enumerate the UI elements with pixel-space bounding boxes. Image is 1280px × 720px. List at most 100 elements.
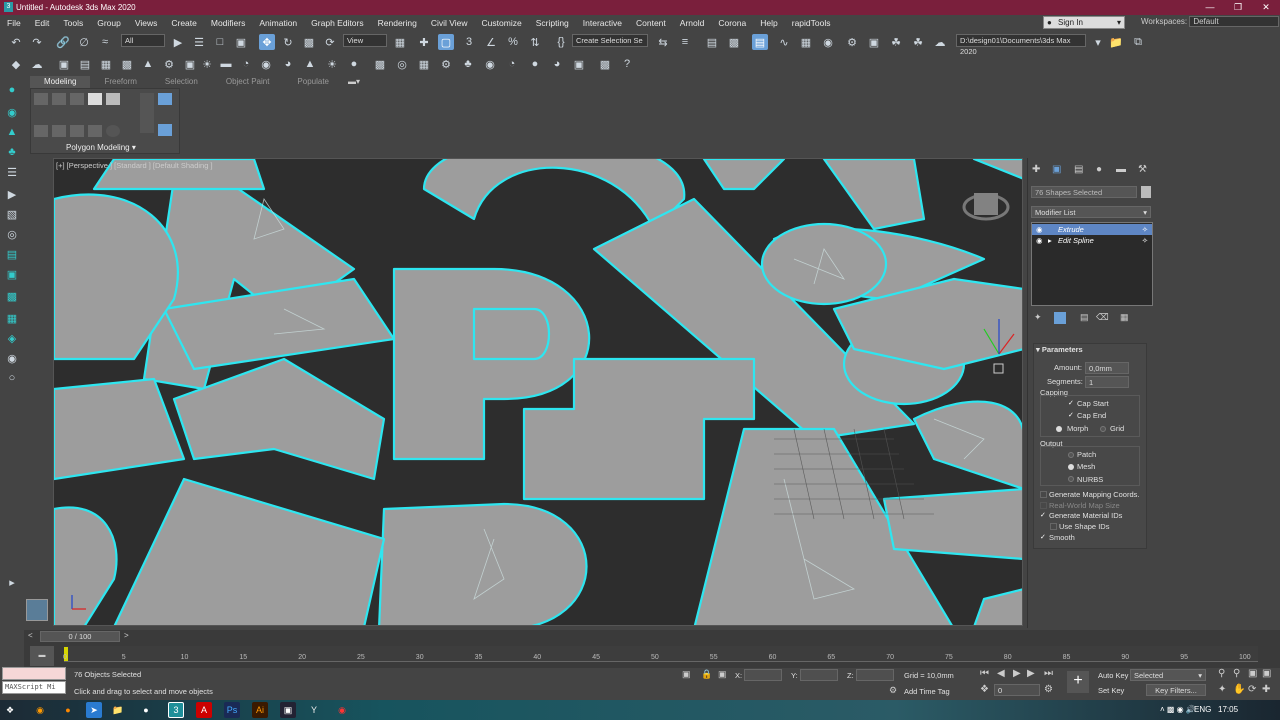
gen-mapping-checkbox[interactable] <box>1040 491 1047 498</box>
camera-tool-icon[interactable]: ▣ <box>4 266 20 282</box>
modifier-list-dropdown[interactable]: Modifier List ▾ <box>1031 206 1151 218</box>
select-move-icon[interactable]: ✥ <box>259 34 275 50</box>
go-to-start-icon[interactable]: ⏮ <box>980 668 989 679</box>
unlink-icon[interactable]: ∅ <box>76 34 92 50</box>
add-time-tag[interactable]: Add Time Tag <box>904 687 950 696</box>
polygon-icon[interactable] <box>88 93 102 105</box>
remove-modifier-icon[interactable]: ⌫ <box>1096 312 1109 323</box>
prev-key-icon[interactable]: ◀ <box>997 668 1005 679</box>
key-mode-icon[interactable]: ❖ <box>980 684 989 695</box>
project-folder-icon[interactable]: 📁 <box>1108 34 1124 50</box>
ribbon-toggle-b-icon[interactable] <box>158 124 172 136</box>
nurbs-radio[interactable] <box>1068 476 1074 482</box>
menu-item-customize[interactable]: Customize <box>475 18 529 28</box>
rect-selection-icon[interactable]: □ <box>212 34 228 50</box>
material-tool-icon[interactable]: ▦ <box>4 310 20 326</box>
morph-radio[interactable] <box>1056 426 1062 432</box>
time-config-icon[interactable]: ⚙ <box>1044 684 1053 695</box>
menu-item-group[interactable]: Group <box>90 18 128 28</box>
parameters-title[interactable]: ▾ Parameters <box>1036 345 1083 354</box>
x-coord-field[interactable] <box>744 669 782 681</box>
menu-item-help[interactable]: Help <box>753 18 784 28</box>
menu-item-rapidtools[interactable]: rapidTools <box>785 18 838 28</box>
orbit-nav-icon[interactable]: ⟳ <box>1248 684 1256 695</box>
link-icon[interactable]: 🔗 <box>55 34 71 50</box>
object-color-swatch[interactable] <box>1141 186 1151 198</box>
current-frame-field[interactable]: 0 <box>994 684 1040 696</box>
menu-item-rendering[interactable]: Rendering <box>371 18 424 28</box>
grid-icon[interactable]: ▩ <box>119 56 135 72</box>
menu-item-edit[interactable]: Edit <box>28 18 57 28</box>
mirror-icon[interactable]: ⇆ <box>655 34 671 50</box>
create-light-icon[interactable]: ● <box>4 82 20 98</box>
firefox-icon[interactable]: ● <box>60 702 76 718</box>
ribbon-options-icon[interactable]: ▬▾ <box>348 77 360 86</box>
pointer-icon[interactable]: ▶ <box>4 186 20 202</box>
cube-icon[interactable]: ▦ <box>416 56 432 72</box>
edge-icon[interactable] <box>52 93 66 105</box>
select-by-name-icon[interactable]: ☰ <box>191 34 207 50</box>
object-name-field[interactable]: 76 Shapes Selected <box>1031 186 1137 198</box>
make-unique-icon[interactable]: ▤ <box>1080 312 1089 323</box>
display-tab-icon[interactable]: ▬ <box>1116 164 1126 175</box>
minimize-icon[interactable]: — <box>1196 0 1224 15</box>
eye-icon[interactable]: ◉ <box>1036 235 1043 246</box>
ribbon-toggle-a-icon[interactable] <box>158 93 172 105</box>
render-tool-icon[interactable]: ▤ <box>4 246 20 262</box>
play-icon[interactable]: ▶ <box>1013 668 1021 679</box>
eye-icon[interactable]: ◉ <box>1036 224 1043 235</box>
lock-icon[interactable]: 🔒 <box>701 669 712 680</box>
percent-snap-icon[interactable]: % <box>505 34 521 50</box>
menu-item-interactive[interactable]: Interactive <box>576 18 629 28</box>
next-key-icon[interactable]: ▶ <box>1027 668 1035 679</box>
amount-field[interactable]: 0,0mm <box>1085 362 1129 374</box>
perspective-viewport[interactable] <box>53 158 1023 626</box>
proxy-icon[interactable]: ▩ <box>372 56 388 72</box>
window-crossing-icon[interactable]: ▣ <box>233 34 249 50</box>
tray-icons[interactable]: ˄ ▩ ◉ 🔊 <box>1160 705 1196 714</box>
scene-icon[interactable]: ▣ <box>56 56 72 72</box>
menu-item-file[interactable]: File <box>0 18 28 28</box>
render-setup-icon[interactable]: ⚙ <box>844 34 860 50</box>
named-selection-dropdown[interactable]: Create Selection Se <box>572 34 648 47</box>
zoom-extents-all-icon[interactable]: ▣ <box>1262 668 1271 679</box>
isolate-icon[interactable]: ▣ <box>682 669 691 680</box>
polygon-modeling-dropdown[interactable]: Polygon Modeling ▾ <box>66 143 136 152</box>
close-icon[interactable]: ✕ <box>1252 0 1280 15</box>
acrobat-icon[interactable]: A <box>196 702 212 718</box>
keyboard-shortcut-override-icon[interactable]: ▢ <box>438 34 454 50</box>
spinner-snap-icon[interactable]: ⇅ <box>527 34 543 50</box>
viewport-label[interactable]: [+] [Perspective ] [Standard ] [Default … <box>56 161 213 170</box>
texture-icon[interactable]: ◉ <box>482 56 498 72</box>
expand-icon[interactable]: ▸ <box>1048 235 1052 246</box>
schematic-view-icon[interactable]: ▦ <box>798 34 814 50</box>
menu-item-arnold[interactable]: Arnold <box>673 18 712 28</box>
vertex-icon[interactable] <box>34 93 48 105</box>
preserve-uv-icon[interactable] <box>52 125 66 137</box>
expand-arrow-icon[interactable]: ▸ <box>4 574 20 590</box>
absolute-mode-icon[interactable]: ▣ <box>718 669 727 680</box>
collapse-stack-icon[interactable] <box>70 125 84 137</box>
angle-snap-icon[interactable]: ∠ <box>483 34 499 50</box>
toggle-scene-explorer-icon[interactable]: ▤ <box>704 34 720 50</box>
antivirus-icon[interactable]: ◉ <box>32 702 48 718</box>
dome-icon[interactable]: ◔ <box>238 56 254 72</box>
chrome-icon[interactable]: ◉ <box>334 702 350 718</box>
show-end-icon[interactable] <box>88 125 102 137</box>
motion-tab-icon[interactable]: ● <box>1096 164 1102 175</box>
show-end-result-icon[interactable] <box>1054 312 1066 324</box>
key-filters-button[interactable]: Key Filters... <box>1146 684 1206 696</box>
menu-item-views[interactable]: Views <box>128 18 165 28</box>
tab-modeling[interactable]: Modeling <box>30 76 91 88</box>
sign-in-button[interactable]: ● Sign In ▾ <box>1043 16 1125 29</box>
cone-icon[interactable]: ▲ <box>302 56 318 72</box>
use-shape-ids-checkbox[interactable] <box>1050 523 1057 530</box>
menu-item-scripting[interactable]: Scripting <box>529 18 576 28</box>
toggle-ribbon-icon[interactable]: ▤ <box>752 34 768 50</box>
stack-item-extrude[interactable]: ◉ Extrude ✧ <box>1032 224 1152 235</box>
key-selection-dropdown[interactable]: Selected ▾ <box>1130 669 1206 681</box>
align-icon[interactable]: ≡ <box>677 34 693 50</box>
paint-select-icon[interactable]: ▧ <box>4 206 20 222</box>
bulb-icon[interactable]: ◉ <box>4 104 20 120</box>
list-icon[interactable]: ☰ <box>4 164 20 180</box>
